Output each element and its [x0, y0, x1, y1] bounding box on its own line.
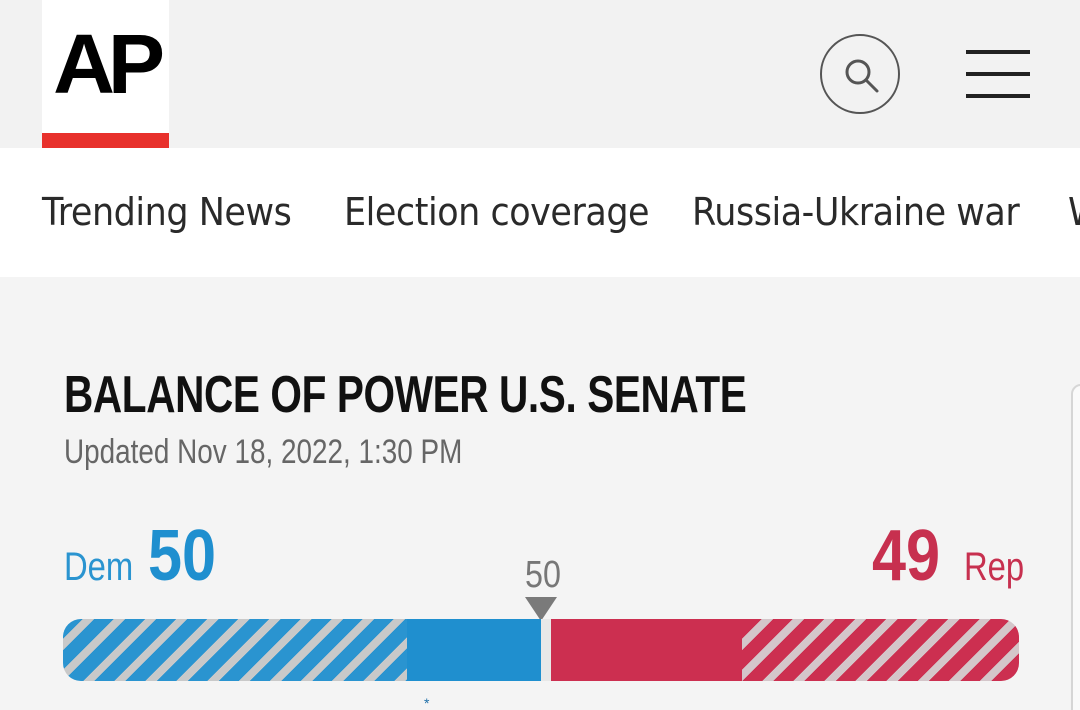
menu-line — [966, 50, 1030, 54]
hamburger-menu-button[interactable] — [966, 50, 1030, 98]
seat-segment-rep-won — [550, 619, 742, 681]
rep-seat-count: 49 — [872, 516, 941, 596]
logo-text: AP — [53, 17, 165, 111]
site-header: AP — [0, 0, 1080, 148]
menu-line — [966, 72, 1030, 76]
footnote-marker: * — [424, 695, 430, 710]
seat-segment-undecided-undecided — [541, 619, 551, 681]
nav-item-truncated[interactable]: W — [1068, 190, 1080, 234]
majority-threshold-label: 50 — [525, 554, 561, 596]
page: AP Trending News Election coverage Russi… — [0, 0, 1080, 710]
majority-marker-icon — [525, 597, 557, 621]
dem-label: Dem — [64, 545, 134, 589]
ap-logo[interactable]: AP — [42, 0, 169, 133]
logo-accent-bar — [42, 133, 169, 148]
menu-line — [966, 94, 1030, 98]
senate-module: BALANCE OF POWER U.S. SENATE Updated Nov… — [0, 277, 1080, 710]
updated-timestamp: Updated Nov 18, 2022, 1:30 PM — [64, 433, 463, 471]
rep-label: Rep — [964, 545, 1025, 589]
seat-segment-dem-won — [407, 619, 541, 681]
seat-segment-dem-not-up-for-election — [63, 619, 408, 681]
seat-balance-bar[interactable] — [63, 619, 1019, 681]
seat-segment-rep-not-up-for-election — [741, 619, 1019, 681]
topic-nav: Trending News Election coverage Russia-U… — [0, 148, 1080, 277]
nav-item-trending-news[interactable]: Trending News — [42, 190, 292, 234]
dem-seat-count: 50 — [148, 516, 217, 596]
next-card-edge[interactable] — [1071, 384, 1080, 710]
nav-item-russia-ukraine-war[interactable]: Russia-Ukraine war — [692, 190, 1020, 234]
module-title: BALANCE OF POWER U.S. SENATE — [64, 366, 747, 424]
search-icon — [845, 59, 879, 93]
search-button[interactable] — [820, 34, 900, 114]
nav-item-election-coverage[interactable]: Election coverage — [344, 190, 650, 234]
